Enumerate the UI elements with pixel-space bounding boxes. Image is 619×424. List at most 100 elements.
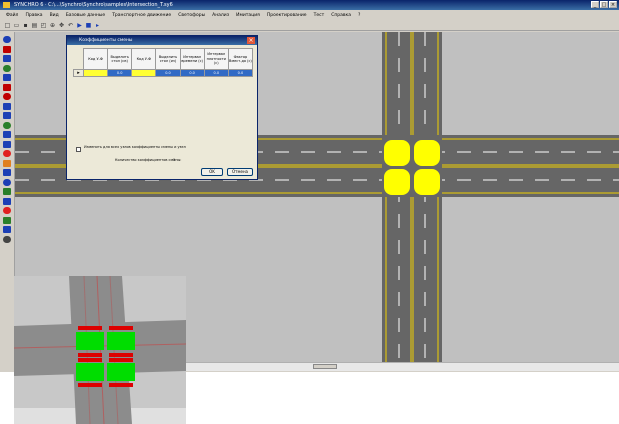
inset-green-phase: [76, 332, 104, 350]
yield-icon[interactable]: [3, 159, 11, 167]
menu-edit[interactable]: Правка: [25, 11, 42, 20]
table-cell[interactable]: 0.0: [179, 69, 205, 77]
report-icon[interactable]: [3, 140, 11, 148]
stop-icon[interactable]: ■: [85, 22, 92, 29]
inset-red-bar: [78, 383, 102, 387]
menu-simulation[interactable]: Имитация: [236, 11, 260, 20]
inset-view: [14, 276, 186, 424]
minimize-button[interactable]: _: [591, 1, 599, 8]
signal-sw[interactable]: [384, 169, 410, 195]
column-header[interactable]: Выделить стол (из): [107, 48, 133, 70]
maximize-button[interactable]: □: [600, 1, 608, 8]
info-icon[interactable]: [3, 226, 11, 233]
table-cell[interactable]: 0.0: [107, 69, 133, 77]
dialog-title-bar[interactable]: Коэффициенты смены ×: [67, 36, 257, 45]
flow-icon[interactable]: [3, 121, 11, 129]
inset-green-phase: [107, 332, 135, 350]
bike-icon[interactable]: [3, 197, 11, 205]
column-header[interactable]: Интервал плотности (с): [203, 48, 229, 70]
table-header-row: Код У-Ф Выделить стол (из) Код У-Ф Выдел…: [73, 48, 254, 70]
preview-icon[interactable]: ◰: [40, 22, 47, 29]
window-title: SYNCHRO 6 · C:\...\Synchro\Synchro\sampl…: [14, 2, 173, 8]
menu-signals[interactable]: Светофоры: [178, 11, 205, 20]
table-cell[interactable]: 0.0: [155, 69, 181, 77]
menu-bar: Файл Правка Вид Базовые данные Транспорт…: [0, 11, 619, 20]
left-toolbar: [0, 32, 15, 372]
print-icon[interactable]: ▤: [31, 22, 38, 29]
coefficient-count-value: 1: [173, 158, 176, 162]
row-marker: ▸: [73, 69, 84, 77]
phase-icon[interactable]: [3, 102, 11, 110]
column-header[interactable]: Код У-Ф: [131, 48, 157, 70]
column-header[interactable]: Выделить стол (из): [155, 48, 181, 70]
coefficients-dialog: Коэффициенты смены × Код У-Ф Выделить ст…: [66, 35, 258, 180]
close-window-button[interactable]: ×: [609, 1, 617, 8]
column-header[interactable]: Код У-Ф: [82, 48, 109, 70]
signal-nw[interactable]: [384, 140, 410, 166]
menu-file[interactable]: Файл: [6, 11, 18, 20]
inset-green-phase: [107, 363, 135, 381]
menu-base-data[interactable]: Базовые данные: [66, 11, 105, 20]
node-icon[interactable]: [3, 45, 11, 53]
table-cell[interactable]: [82, 69, 109, 77]
bend-icon[interactable]: [3, 64, 11, 72]
row-marker-header: [73, 48, 84, 70]
stop-sign-icon[interactable]: [3, 150, 11, 157]
inset-green-phase: [76, 363, 104, 381]
open-icon[interactable]: ▭: [13, 22, 20, 29]
bus-icon[interactable]: [3, 188, 11, 195]
play-icon[interactable]: ▶: [76, 22, 83, 29]
horizontal-scrollbar[interactable]: [185, 362, 619, 371]
menu-traffic[interactable]: Транспортное движение: [112, 11, 171, 20]
table-cell[interactable]: [131, 69, 157, 77]
save-icon[interactable]: ▪: [22, 22, 29, 29]
pan-icon[interactable]: ✥: [58, 22, 65, 29]
menu-analysis[interactable]: Анализ: [212, 11, 229, 20]
warning-icon[interactable]: [3, 207, 11, 214]
inset-red-bar: [109, 326, 133, 330]
main-toolbar: □ ▭ ▪ ▤ ◰ ⊕ ✥ ↶ ▶ ■ ▸: [0, 21, 619, 31]
inset-red-bar: [78, 353, 102, 357]
menu-question[interactable]: ?: [358, 11, 360, 20]
select-icon[interactable]: [3, 36, 11, 43]
inset-red-bar: [109, 358, 133, 362]
coefficient-count-label: Количество коэффициентов смены:: [115, 158, 182, 162]
run-icon[interactable]: ▸: [94, 22, 101, 29]
signal-se[interactable]: [414, 169, 440, 195]
scrollbar-thumb[interactable]: [313, 364, 337, 369]
table-cell[interactable]: 0.0: [227, 69, 254, 77]
inset-red-bar: [78, 326, 102, 330]
cancel-button[interactable]: Отмена: [227, 168, 253, 176]
timing-icon[interactable]: [3, 112, 11, 119]
apply-all-label: Изменить для всех узлов коэффициенты сме…: [84, 145, 186, 149]
grid-icon[interactable]: [3, 235, 11, 243]
lane-icon[interactable]: [3, 74, 11, 81]
undo-icon[interactable]: ↶: [67, 22, 74, 29]
zone-icon[interactable]: [3, 216, 11, 224]
menu-help[interactable]: Справка: [331, 11, 351, 20]
apply-all-checkbox[interactable]: [76, 147, 81, 152]
menu-view[interactable]: Вид: [50, 11, 59, 20]
inset-red-bar: [78, 358, 102, 362]
signal-icon[interactable]: [3, 83, 11, 91]
window-controls: _ □ ×: [591, 1, 617, 8]
title-bar[interactable]: SYNCHRO 6 · C:\...\Synchro\Synchro\sampl…: [0, 0, 619, 10]
dialog-close-button[interactable]: ×: [247, 37, 255, 44]
signal-ne[interactable]: [414, 140, 440, 166]
pedestrian-icon[interactable]: [3, 178, 11, 186]
ok-button[interactable]: OK: [201, 168, 223, 176]
new-icon[interactable]: □: [4, 22, 11, 29]
table-cell[interactable]: 0.0: [203, 69, 229, 77]
menu-test[interactable]: Тест: [314, 11, 325, 20]
menu-design[interactable]: Проектирование: [267, 11, 307, 20]
link-icon[interactable]: [3, 55, 11, 62]
zoom-icon[interactable]: ⊕: [49, 22, 56, 29]
table-row[interactable]: ▸ 0.0 0.0 0.0 0.0 0.0: [73, 69, 254, 77]
camera-icon[interactable]: [3, 169, 11, 176]
app-icon: [3, 2, 10, 8]
coefficients-table: Код У-Ф Выделить стол (из) Код У-Ф Выдел…: [73, 48, 254, 77]
column-header[interactable]: Фактор Вмест-до (с): [227, 48, 254, 70]
detector-icon[interactable]: [3, 93, 11, 100]
column-header[interactable]: Интервал времени (с): [179, 48, 205, 70]
volume-icon[interactable]: [3, 131, 11, 138]
